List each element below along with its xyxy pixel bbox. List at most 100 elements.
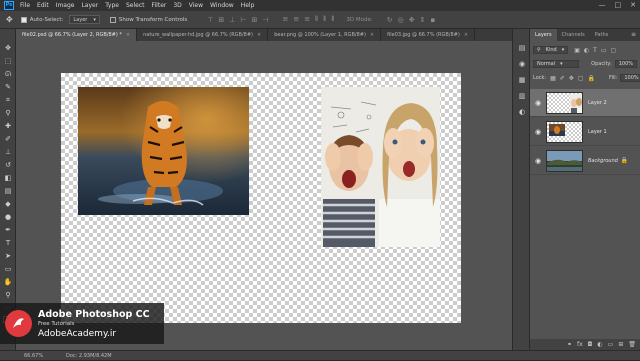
marquee-tool-icon[interactable]: ⬚	[3, 56, 13, 66]
layer-name[interactable]: Layer 1	[588, 129, 607, 135]
eraser-tool-icon[interactable]: ◧	[3, 173, 13, 183]
delete-layer-icon[interactable]: 🗑	[628, 341, 636, 348]
filter-shape-icon[interactable]: ▭	[601, 47, 607, 54]
history-panel-icon[interactable]: ▤	[517, 43, 527, 53]
layer-row-layer-1[interactable]: ◉ Layer 1	[530, 118, 640, 146]
menu-image[interactable]: Image	[56, 2, 75, 9]
eyedropper-tool-icon[interactable]: ⚲	[3, 108, 13, 118]
filter-pixel-icon[interactable]: ▣	[574, 47, 580, 54]
show-transform-checkbox[interactable]	[109, 16, 116, 23]
lock-position-icon[interactable]: ✥	[569, 75, 574, 82]
close-icon[interactable]: ×	[126, 29, 130, 41]
lock-artboard-icon[interactable]: ▢	[578, 75, 584, 82]
tab-channels[interactable]: Channels	[557, 29, 590, 41]
lasso-tool-icon[interactable]: ᘏ	[3, 69, 13, 79]
distribute-bottom-icon[interactable]: ≡	[304, 15, 310, 24]
align-bottom-icon[interactable]: ⊥	[229, 16, 235, 24]
minimize-icon[interactable]: —	[599, 1, 606, 10]
layer-row-layer-2[interactable]: ◉ Layer 2	[530, 89, 640, 117]
distribute-right-icon[interactable]: ⦀	[331, 15, 334, 24]
tab-file03[interactable]: file03.jpg @ 66.7% (RGB/8#) ×	[381, 29, 476, 41]
menu-edit[interactable]: Edit	[37, 2, 49, 9]
align-right-icon[interactable]: ⊣	[262, 16, 268, 24]
align-top-icon[interactable]: ⊤	[207, 16, 213, 24]
maximize-icon[interactable]: □	[615, 1, 622, 10]
color-panel-icon[interactable]: ◉	[517, 59, 527, 69]
menu-help[interactable]: Help	[241, 2, 255, 9]
blend-mode-dropdown[interactable]: Normal ▾	[533, 60, 580, 68]
close-icon[interactable]: ×	[464, 29, 468, 41]
lock-paint-icon[interactable]: ✐	[560, 75, 565, 82]
layer-name[interactable]: Background	[588, 158, 618, 164]
hand-tool-icon[interactable]: ✋	[3, 277, 13, 287]
menu-3d[interactable]: 3D	[173, 2, 181, 9]
path-select-tool-icon[interactable]: ➤	[3, 251, 13, 261]
auto-select-checkbox[interactable]	[20, 16, 27, 23]
kind-filter-dropdown[interactable]: ⚲ Kind ▾	[533, 46, 569, 54]
align-hcenter-icon[interactable]: ⊞	[252, 16, 258, 24]
new-layer-icon[interactable]: ⊞	[618, 341, 623, 348]
close-icon[interactable]: ×	[370, 29, 374, 41]
move-tool-icon[interactable]: ✥	[3, 43, 13, 53]
slide-3d-icon[interactable]: ⇕	[420, 16, 426, 24]
dodge-tool-icon[interactable]: ●	[3, 212, 13, 222]
opacity-field[interactable]: 100%	[614, 60, 637, 68]
eye-icon[interactable]: ◉	[533, 157, 543, 165]
filter-smart-icon[interactable]: ▢	[610, 47, 616, 54]
lock-pixels-icon[interactable]: ▦	[550, 75, 556, 82]
filter-type-icon[interactable]: T	[593, 47, 597, 54]
drag-3d-icon[interactable]: ✥	[409, 16, 415, 24]
crop-tool-icon[interactable]: ⌗	[3, 95, 13, 105]
pen-tool-icon[interactable]: ✒	[3, 225, 13, 235]
gradient-tool-icon[interactable]: ▤	[3, 186, 13, 196]
layer-row-background[interactable]: ◉ Background 🔒	[530, 147, 640, 175]
menu-select[interactable]: Select	[126, 2, 145, 9]
fill-field[interactable]: 100%	[620, 74, 640, 82]
zoom-tool-icon[interactable]: ⚲	[3, 290, 13, 300]
blur-tool-icon[interactable]: ◆	[3, 199, 13, 209]
auto-select-target-dropdown[interactable]: Layer ▾	[69, 15, 100, 24]
close-icon[interactable]: ✕	[630, 1, 636, 10]
menu-file[interactable]: File	[20, 2, 30, 9]
shape-tool-icon[interactable]: ▭	[3, 264, 13, 274]
distribute-top-icon[interactable]: ≡	[283, 15, 289, 24]
swatches-panel-icon[interactable]: ▦	[517, 75, 527, 85]
type-tool-icon[interactable]: T	[3, 238, 13, 248]
menu-window[interactable]: Window	[210, 2, 234, 9]
move-tool-icon[interactable]: ✥	[6, 15, 13, 24]
quick-select-tool-icon[interactable]: ✎	[3, 82, 13, 92]
add-mask-icon[interactable]: ◘	[588, 341, 593, 348]
libraries-panel-icon[interactable]: ▥	[517, 91, 527, 101]
tab-file02[interactable]: file02.psd @ 66.7% (Layer 2, RGB/8#) * ×	[16, 29, 138, 41]
align-vcenter-icon[interactable]: ⊞	[218, 16, 224, 24]
kids-photo-layer[interactable]	[321, 87, 440, 247]
layer-style-icon[interactable]: fx	[577, 341, 583, 348]
new-group-icon[interactable]: ▭	[608, 341, 614, 348]
healing-brush-tool-icon[interactable]: ✚	[3, 121, 13, 131]
eye-icon[interactable]: ◉	[533, 99, 543, 107]
scale-3d-icon[interactable]: ▪	[430, 16, 435, 24]
distribute-left-icon[interactable]: ⦀	[315, 15, 318, 24]
filter-adjustment-icon[interactable]: ◐	[584, 47, 589, 54]
rotate-3d-icon[interactable]: ↻	[387, 16, 393, 24]
distribute-hcenter-icon[interactable]: ⦀	[323, 15, 326, 24]
history-brush-tool-icon[interactable]: ↺	[3, 160, 13, 170]
eye-icon[interactable]: ◉	[533, 128, 543, 136]
document-canvas[interactable]	[61, 73, 461, 323]
tiger-photo-layer[interactable]	[78, 87, 249, 215]
menu-type[interactable]: Type	[105, 2, 119, 9]
adjustment-layer-icon[interactable]: ◐	[597, 341, 602, 348]
close-icon[interactable]: ×	[257, 29, 261, 41]
layer-name[interactable]: Layer 2	[588, 100, 607, 106]
adjustments-panel-icon[interactable]: ◐	[517, 107, 527, 117]
clone-stamp-tool-icon[interactable]: ⊥	[3, 147, 13, 157]
roll-3d-icon[interactable]: ◎	[398, 16, 404, 24]
menu-layer[interactable]: Layer	[81, 2, 98, 9]
brush-tool-icon[interactable]: ✐	[3, 134, 13, 144]
tab-bear[interactable]: bear.png @ 100% (Layer 1, RGB/8#) ×	[268, 29, 382, 41]
menu-filter[interactable]: Filter	[152, 2, 167, 9]
panel-menu-icon[interactable]: ≡	[631, 31, 636, 38]
tab-layers[interactable]: Layers	[530, 29, 557, 41]
tab-nature-wallpaper[interactable]: nature_wallpaper-hd.jpg @ 66.7% (RGB/8#)…	[137, 29, 269, 41]
tab-paths[interactable]: Paths	[590, 29, 614, 41]
